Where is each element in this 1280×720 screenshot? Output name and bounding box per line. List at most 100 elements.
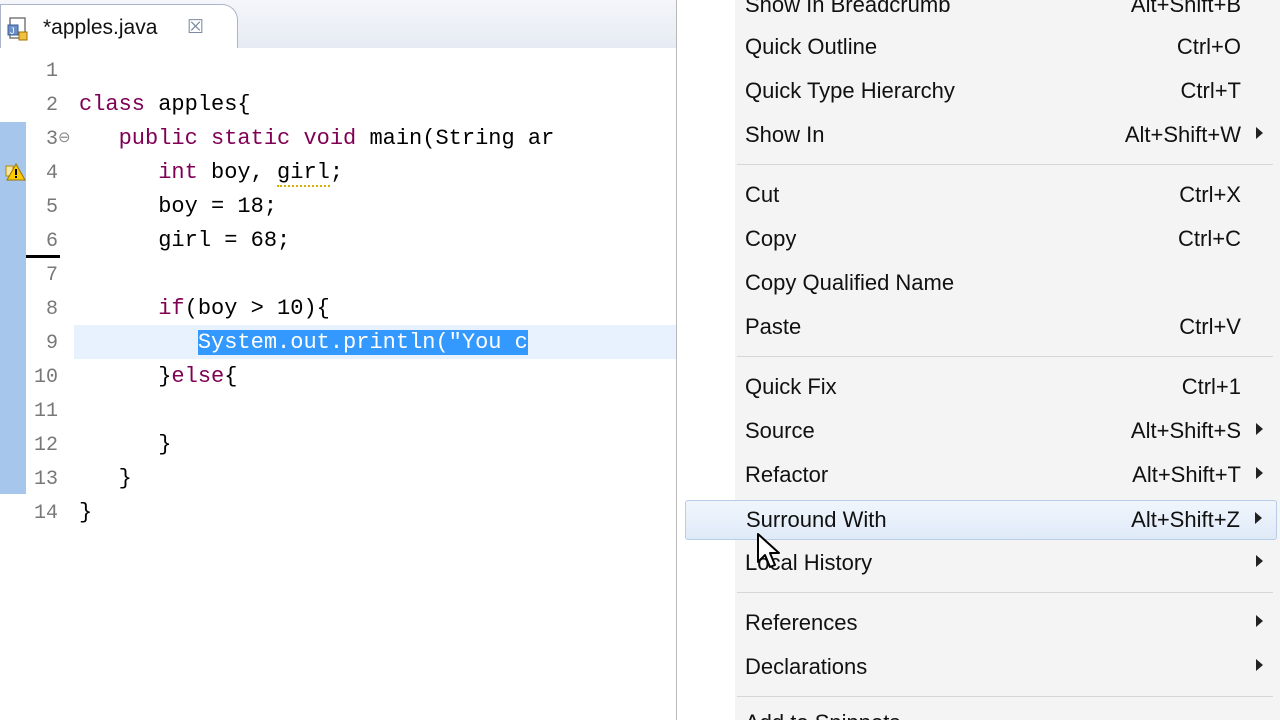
code-line: if(boy > 10){ [79,292,330,326]
menu-item-quick-type-hierarchy[interactable]: Quick Type Hierarchy Ctrl+T [685,72,1277,112]
menu-item-label: References [745,610,858,635]
menu-item-shortcut: Alt+Shift+W [1124,122,1241,147]
line-number: 1 [45,60,58,83]
submenu-arrow-icon [1256,423,1263,435]
context-menu: Show In Breadcrumb Alt+Shift+B Quick Out… [676,0,1280,720]
selected-text[interactable]: System.out.println("You c [197,330,528,355]
menu-item-label: Quick Outline [745,34,878,59]
left-ruler [0,48,26,720]
code-text: main(String ar [356,126,555,151]
code-line: girl = 68; [79,228,291,253]
menu-item-add-to-snippets[interactable]: Add to Snippets... [685,704,1277,720]
line-number: 6 [45,230,58,253]
submenu-arrow-icon [1256,659,1263,671]
menu-item-label: Add to Snippets... [745,710,919,720]
menu-item-show-in-breadcrumb[interactable]: Show In Breadcrumb Alt+Shift+B [685,0,1277,26]
menu-item-label: Show In Breadcrumb [745,0,951,17]
menu-item-shortcut: Ctrl+X [1179,182,1241,207]
menu-item-refactor[interactable]: Refactor Alt+Shift+T [685,456,1277,496]
menu-item-shortcut: Ctrl+1 [1181,374,1241,399]
menu-item-quick-fix[interactable]: Quick Fix Ctrl+1 [685,368,1277,408]
line-number: 14 [33,502,58,525]
menu-separator [737,696,1273,697]
line-number: 3 [45,128,58,151]
submenu-arrow-icon [1256,555,1263,567]
menu-item-shortcut: Ctrl+V [1179,314,1241,339]
menu-item-label: Declarations [745,654,868,679]
line-number: 4 [45,162,58,185]
line-number: 13 [33,468,58,491]
warning-token: girl [277,160,330,187]
code-line: }else{ [79,360,237,394]
menu-item-copy-qualified-name[interactable]: Copy Qualified Name [685,264,1277,304]
menu-item-show-in[interactable]: Show In Alt+Shift+W [685,116,1277,156]
svg-text:J: J [10,26,15,36]
submenu-arrow-icon [1256,615,1263,627]
tab-apples-java[interactable]: J *apples.java ☒ [0,4,238,48]
submenu-arrow-icon [1256,467,1263,479]
menu-item-cut[interactable]: Cut Ctrl+X [685,176,1277,216]
line-number: 7 [45,264,58,287]
code-line: public static void main(String ar [79,122,555,156]
menu-item-source[interactable]: Source Alt+Shift+S [685,412,1277,452]
menu-item-label: Paste [745,314,802,339]
line-number: 10 [33,366,58,389]
keyword: class [79,92,146,117]
menu-item-shortcut: Ctrl+T [1180,78,1242,103]
insertion-marker [26,255,60,258]
menu-item-shortcut: Ctrl+O [1176,34,1241,59]
menu-item-quick-outline[interactable]: Quick Outline Ctrl+O [685,28,1277,68]
menu-separator [737,164,1273,165]
menu-item-copy[interactable]: Copy Ctrl+C [685,220,1277,260]
submenu-arrow-icon [1256,127,1263,139]
keyword: public static void [118,126,357,151]
code-line: } [79,500,93,525]
line-number: 8 [45,298,58,321]
code-text: { [224,364,238,389]
line-number: 11 [33,400,58,423]
menu-item-shortcut: Alt+Shift+Z [1131,507,1240,532]
mouse-cursor-icon [757,533,780,568]
menu-item-label: Surround With [746,507,887,532]
close-icon[interactable]: ☒ [187,16,204,39]
java-file-icon: J [7,17,28,41]
line-number: 12 [33,434,58,457]
code-text: boy, [197,160,278,185]
code-line: class apples{ [79,88,251,122]
menu-item-shortcut: Ctrl+C [1178,226,1241,251]
menu-item-shortcut: Alt+Shift+S [1130,418,1241,443]
fold-collapse-icon[interactable]: ⊖ [58,128,71,146]
line-number: 5 [45,196,58,219]
code-text: ; [329,160,344,185]
menu-item-label: Quick Fix [745,374,837,399]
code-text: (boy > 10){ [184,296,330,321]
menu-item-paste[interactable]: Paste Ctrl+V [685,308,1277,348]
code-line: } [79,432,172,457]
menu-item-label: Cut [745,182,780,207]
menu-item-label: Show In [745,122,825,147]
menu-separator [737,592,1273,593]
menu-item-references[interactable]: References [685,604,1277,644]
menu-item-shortcut: Alt+Shift+B [1130,0,1241,17]
editor-tab-bar: J *apples.java ☒ [0,0,680,49]
menu-item-label: Copy [745,226,797,251]
submenu-arrow-icon [1255,512,1262,524]
code-line: } [79,466,132,491]
menu-item-label: Copy Qualified Name [745,270,955,295]
menu-item-shortcut: Alt+Shift+T [1132,462,1241,487]
code-text: } [158,364,172,389]
tab-title: *apples.java [43,16,158,39]
menu-separator [737,356,1273,357]
code-editor[interactable]: 1 2 3 4 5 6 7 8 9 10 11 12 13 14 ⊖ class… [0,48,680,720]
menu-item-declarations[interactable]: Declarations [685,648,1277,688]
code-line: System.out.println("You c [79,326,528,360]
code-text: apples{ [145,92,251,117]
line-number: 9 [45,332,58,355]
menu-item-label: Refactor [745,462,829,487]
keyword: int [158,160,198,185]
menu-item-label: Quick Type Hierarchy [745,78,955,103]
